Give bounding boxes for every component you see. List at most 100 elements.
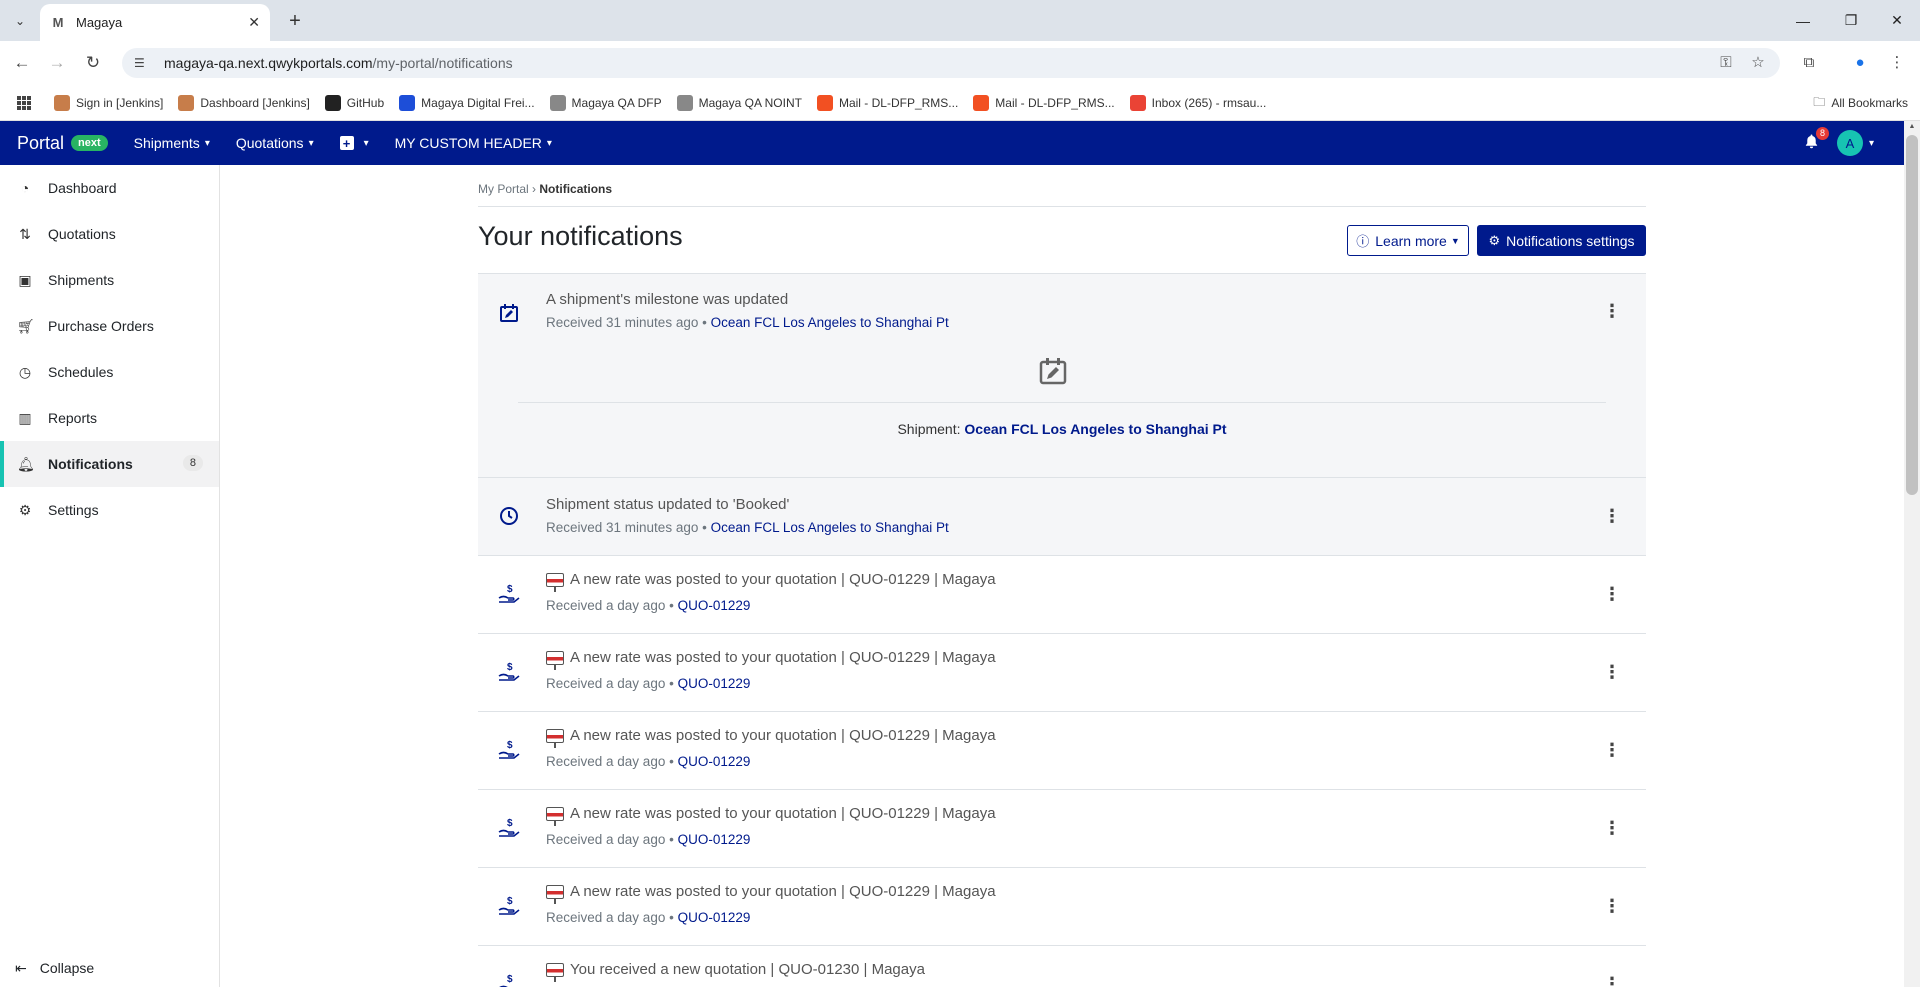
- bookmark-favicon-icon: [54, 94, 70, 111]
- bookmark-item[interactable]: Mail - DL-DFP_RMS...: [973, 94, 1115, 111]
- bell-icon: 🔔︎: [17, 455, 35, 472]
- scroll-up-icon[interactable]: ▲: [1906, 123, 1918, 133]
- bookmark-favicon-icon: [816, 94, 833, 111]
- plus-square-icon: +: [339, 136, 354, 150]
- notification-title-text: A new rate was posted to your quotation …: [570, 727, 996, 744]
- sidebar-item-purchase-orders[interactable]: 🛒︎ Purchase Orders: [0, 303, 219, 349]
- gear-icon: ⚙: [18, 501, 32, 518]
- svg-text:$: $: [507, 818, 513, 829]
- quotation-link[interactable]: QUO-01229: [678, 910, 751, 925]
- bookmark-item[interactable]: Magaya Digital Frei...: [399, 94, 535, 111]
- more-options-icon[interactable]: ⋮: [1603, 584, 1621, 604]
- browser-tab-strip: ⌄ M Magaya ✕ + — ❐ ✕: [0, 0, 1920, 41]
- notification-item[interactable]: $ A new rate was posted to your quotatio…: [478, 789, 1646, 867]
- profile-icon[interactable]: ●: [1849, 51, 1871, 73]
- received-time: Received a day ago: [546, 910, 666, 925]
- notifications-bell[interactable]: 8: [1804, 126, 1829, 154]
- site-info-icon[interactable]: ☰: [134, 56, 150, 70]
- notifications-settings-button[interactable]: ⚙ Notifications settings: [1477, 225, 1646, 256]
- nav-create-menu[interactable]: + ▾: [339, 136, 369, 150]
- chevron-down-icon: ▾: [204, 137, 210, 149]
- password-key-icon[interactable]: ⚿: [1715, 51, 1737, 73]
- sidebar-item-quotations[interactable]: ⇅ Quotations: [0, 211, 219, 257]
- sidebar-item-schedules[interactable]: ◷ Schedules: [0, 349, 219, 395]
- quotation-link[interactable]: QUO-01229: [678, 754, 751, 769]
- reload-icon[interactable]: ↻: [80, 50, 106, 76]
- sidebar: ◔ Dashboard ⇅ Quotations ▣ Shipments 🛒︎ …: [0, 165, 220, 987]
- more-options-icon[interactable]: ⋮: [1603, 301, 1621, 321]
- notification-title-text: A new rate was posted to your quotation …: [570, 883, 996, 900]
- new-tab-icon[interactable]: +: [282, 8, 308, 34]
- calendar-edit-icon: [1039, 358, 1067, 385]
- forward-icon[interactable]: →: [44, 50, 70, 76]
- extensions-icon[interactable]: ⧉: [1798, 51, 1820, 73]
- notification-meta: Received 31 minutes ago • Ocean FCL Los …: [546, 315, 949, 330]
- address-bar[interactable]: ☰ magaya-qa.next.qwykportals.com/my-port…: [122, 48, 1780, 78]
- quotation-link[interactable]: QUO-01229: [678, 832, 751, 847]
- breadcrumb-my-portal[interactable]: My Portal: [478, 182, 529, 196]
- cart-icon: 🛒︎: [17, 317, 35, 334]
- bookmark-label: Magaya QA DFP: [571, 95, 662, 110]
- more-options-icon[interactable]: ⋮: [1603, 740, 1621, 760]
- notification-item[interactable]: $ A new rate was posted to your quotatio…: [478, 555, 1646, 633]
- shipment-link[interactable]: Ocean FCL Los Angeles to Shanghai Pt: [711, 520, 949, 535]
- more-options-icon[interactable]: ⋮: [1603, 896, 1621, 916]
- nav-shipments-label: Shipments: [133, 135, 200, 151]
- bookmark-item[interactable]: GitHub: [324, 94, 384, 111]
- sidebar-item-reports[interactable]: ▥ Reports: [0, 395, 219, 441]
- bookmark-item[interactable]: Magaya QA NOINT: [676, 94, 802, 111]
- more-options-icon[interactable]: ⋮: [1603, 818, 1621, 838]
- nav-custom-header-label: MY CUSTOM HEADER: [394, 135, 542, 151]
- hand-dollar-icon: $: [495, 580, 523, 608]
- user-avatar[interactable]: A: [1836, 130, 1863, 156]
- quotation-link[interactable]: QUO-01229: [678, 676, 751, 691]
- scrollbar-thumb[interactable]: [1906, 135, 1918, 495]
- notification-item[interactable]: A shipment's milestone was updated Recei…: [478, 273, 1646, 477]
- restore-icon[interactable]: ❐: [1828, 0, 1874, 41]
- breadcrumb-current: Notifications: [539, 182, 613, 196]
- bookmark-item[interactable]: Sign in [Jenkins]: [54, 94, 163, 111]
- bookmark-star-icon[interactable]: ☆: [1747, 51, 1769, 73]
- nav-custom-header[interactable]: MY CUSTOM HEADER ▾: [395, 135, 552, 151]
- more-options-icon[interactable]: ⋮: [1603, 974, 1621, 987]
- learn-more-button[interactable]: ⓘ Learn more ▼: [1347, 225, 1469, 256]
- apps-grid-icon[interactable]: [16, 95, 32, 111]
- notification-item[interactable]: $ A new rate was posted to your quotatio…: [478, 711, 1646, 789]
- nav-shipments[interactable]: Shipments ▾: [134, 135, 210, 151]
- notification-item[interactable]: $ A new rate was posted to your quotatio…: [478, 633, 1646, 711]
- notification-item[interactable]: $ You received a new quotation | QUO-012…: [478, 945, 1646, 987]
- shipment-link[interactable]: Ocean FCL Los Angeles to Shanghai Pt: [711, 315, 949, 330]
- notification-meta: Received a day ago • QUO-01229: [546, 676, 751, 691]
- sidebar-item-dashboard[interactable]: ◔ Dashboard: [0, 165, 219, 211]
- sidebar-item-label: Settings: [48, 502, 99, 518]
- back-icon[interactable]: ←: [9, 50, 35, 76]
- portal-brand[interactable]: Portal next: [17, 133, 108, 154]
- collapse-sidebar-button[interactable]: ⇤ Collapse: [0, 949, 219, 987]
- sidebar-item-shipments[interactable]: ▣ Shipments: [0, 257, 219, 303]
- brand-badge: next: [71, 135, 108, 151]
- more-options-icon[interactable]: ⋮: [1603, 662, 1621, 682]
- bookmark-item[interactable]: Dashboard [Jenkins]: [178, 94, 310, 111]
- sidebar-item-notifications[interactable]: 🔔︎ Notifications 8: [0, 441, 219, 487]
- tab-search-icon[interactable]: ⌄: [8, 9, 32, 33]
- shipments-icon: ▣: [18, 271, 32, 288]
- browser-menu-icon[interactable]: ⋮: [1886, 51, 1908, 73]
- window-close-icon[interactable]: ✕: [1874, 0, 1920, 41]
- bookmark-item[interactable]: Mail - DL-DFP_RMS...: [816, 94, 958, 111]
- notification-item[interactable]: $ A new rate was posted to your quotatio…: [478, 867, 1646, 945]
- notification-item[interactable]: Shipment status updated to 'Booked' Rece…: [478, 477, 1646, 555]
- all-bookmarks[interactable]: 🗀 All Bookmarks: [1813, 85, 1908, 121]
- clock-icon: [495, 502, 523, 530]
- bookmark-item[interactable]: Magaya QA DFP: [549, 94, 662, 111]
- browser-tab[interactable]: M Magaya ✕: [40, 4, 270, 41]
- minimize-icon[interactable]: —: [1780, 0, 1826, 41]
- more-options-icon[interactable]: ⋮: [1603, 506, 1621, 526]
- bookmark-item[interactable]: Inbox (265) - rmsau...: [1129, 94, 1266, 111]
- caret-down-icon: ▼: [1450, 235, 1460, 246]
- shipment-link[interactable]: Ocean FCL Los Angeles to Shanghai Pt: [964, 421, 1226, 437]
- chevron-down-icon[interactable]: ▾: [1869, 138, 1874, 149]
- quotation-link[interactable]: QUO-01229: [678, 598, 751, 613]
- tab-close-icon[interactable]: ✕: [248, 14, 260, 31]
- nav-quotations[interactable]: Quotations ▾: [236, 135, 314, 151]
- sidebar-item-settings[interactable]: ⚙ Settings: [0, 487, 219, 533]
